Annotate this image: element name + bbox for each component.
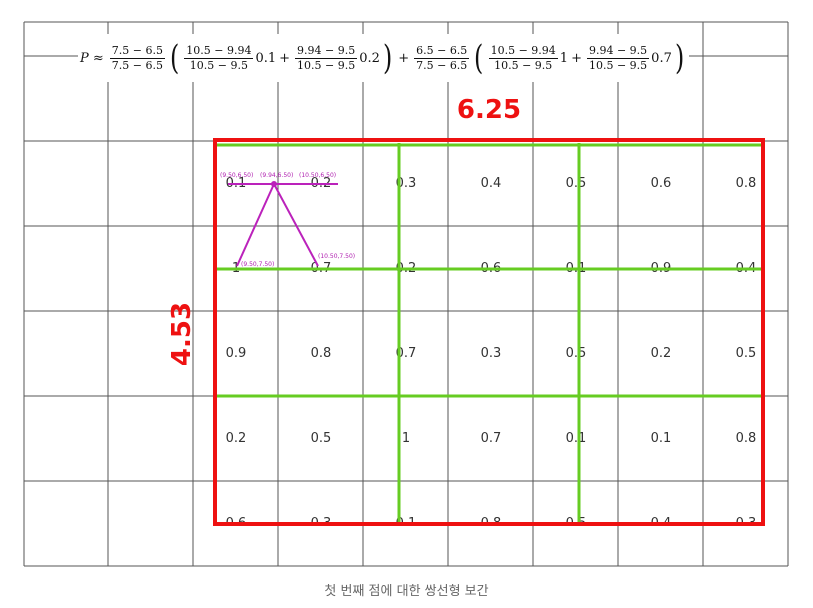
formula-paren-open: ( xyxy=(169,38,180,78)
point-label-9-94-6-50: (9.94,6.50) xyxy=(260,172,293,179)
source-extent-box xyxy=(213,138,765,526)
formula-frac-b-num: 9.94 − 9.5 xyxy=(295,43,358,59)
figure-caption: 첫 번째 점에 대한 쌍선형 보간 xyxy=(324,584,489,599)
formula-paren-open: ( xyxy=(474,38,484,78)
formula-frac-b-den: 10.5 − 9.5 xyxy=(297,58,356,72)
interp-line-left-leg xyxy=(236,183,275,267)
cell-value: 0.8 xyxy=(736,176,757,191)
cell-value: 0.5 xyxy=(311,431,332,446)
cell-value: 0.3 xyxy=(481,346,502,361)
formula-value-d: 0.7 xyxy=(651,50,672,66)
interpolation-formula: P ≈ 7.5 − 6.5 7.5 − 6.5 ( 10.5 − 9.94 10… xyxy=(78,34,690,82)
cell-value: 0.2 xyxy=(226,431,247,446)
formula-frac-a: 10.5 − 9.94 10.5 − 9.5 xyxy=(184,43,254,73)
formula-value-c: 1 xyxy=(559,50,569,66)
formula-frac-c-den: 10.5 − 9.5 xyxy=(494,58,553,72)
formula-paren-close: ) xyxy=(674,38,685,78)
formula-paren-close: ) xyxy=(382,38,393,78)
formula-lhs: P ≈ xyxy=(80,50,104,66)
formula-frac-1: 7.5 − 6.5 7.5 − 6.5 xyxy=(109,43,165,73)
cell-value: 0.9 xyxy=(226,346,247,361)
formula-frac-2-den: 7.5 − 6.5 xyxy=(416,58,468,72)
formula-value-a: 0.1 xyxy=(255,50,277,66)
formula-frac-d-den: 10.5 − 9.5 xyxy=(588,58,648,72)
cell-value: 0.2 xyxy=(651,346,672,361)
cell-value: 0.8 xyxy=(736,431,757,446)
cell-value: 0.4 xyxy=(481,176,502,191)
formula-plus: + xyxy=(279,50,291,66)
cell-value: 0.5 xyxy=(736,346,757,361)
formula-plus: + xyxy=(398,50,410,66)
formula-frac-d-num: 9.94 − 9.5 xyxy=(586,43,650,59)
cell-value: 0.6 xyxy=(651,176,672,191)
point-label-9-50-7-50: (9.50,7.50) xyxy=(241,261,274,268)
background-grid xyxy=(23,21,789,567)
cell-value: 0.7 xyxy=(481,431,502,446)
formula-frac-d: 9.94 − 9.5 10.5 − 9.5 xyxy=(586,43,650,73)
cell-value: 1 xyxy=(402,431,410,446)
point-label-10-50-7-50: (10.50,7.50) xyxy=(318,253,355,260)
formula-plus: + xyxy=(571,50,582,66)
formula-frac-a-num: 10.5 − 9.94 xyxy=(184,43,254,59)
cell-value: 0.8 xyxy=(311,346,332,361)
cell-value: 0.5 xyxy=(566,176,587,191)
cell-values: 0.10.20.30.40.50.60.810.70.20.60.10.90.4… xyxy=(226,176,757,524)
formula-frac-1-num: 7.5 − 6.5 xyxy=(109,43,165,59)
formula-frac-b: 9.94 − 9.5 10.5 − 9.5 xyxy=(295,43,358,73)
interpolated-point xyxy=(271,181,277,187)
point-label-9-50-6-50: (9.50,6.50) xyxy=(220,172,253,179)
formula-value-b: 0.2 xyxy=(359,50,380,66)
cell-value: 0.1 xyxy=(566,431,587,446)
cell-value: 0.1 xyxy=(651,431,672,446)
formula-frac-c: 10.5 − 9.94 10.5 − 9.5 xyxy=(488,43,558,73)
bilinear-interpolation-figure: 0.10.20.30.40.50.60.810.70.20.60.10.90.4… xyxy=(23,21,789,567)
formula-frac-c-num: 10.5 − 9.94 xyxy=(488,43,558,59)
formula-frac-2: 6.5 − 6.5 7.5 − 6.5 xyxy=(414,43,470,73)
height-dimension-label: 4.53 xyxy=(167,302,197,366)
formula-frac-a-den: 10.5 − 9.5 xyxy=(189,58,248,72)
width-dimension-label: 6.25 xyxy=(457,95,521,125)
interp-line-right-leg xyxy=(273,183,319,267)
inner-green-grid xyxy=(217,143,761,522)
formula-frac-1-den: 7.5 − 6.5 xyxy=(111,58,163,72)
formula-frac-2-num: 6.5 − 6.5 xyxy=(414,43,470,59)
cell-value: 0.5 xyxy=(566,346,587,361)
point-label-10-50-6-50: (10.50,6.50) xyxy=(299,172,336,179)
